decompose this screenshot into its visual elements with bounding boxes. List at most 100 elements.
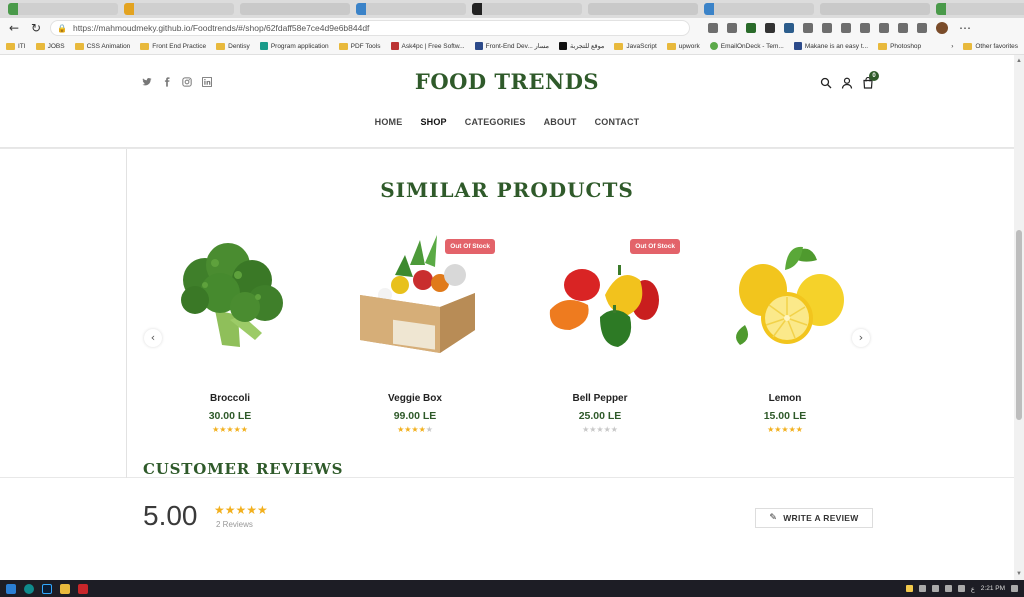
- system-tray: ع 2:21 PM: [905, 585, 1018, 593]
- product-name[interactable]: Lemon: [700, 393, 870, 404]
- windows-start-icon[interactable]: [6, 583, 16, 594]
- bookmark-item[interactable]: Front End Practice: [140, 42, 206, 50]
- page-scrollbar[interactable]: ▲ ▼: [1014, 55, 1024, 580]
- folder-icon: [140, 42, 150, 50]
- product-rating: ★★★★★: [330, 425, 500, 434]
- extension-icon[interactable]: [784, 23, 794, 33]
- folder-icon: [338, 42, 348, 50]
- bookmark-label: CSS Animation: [86, 42, 131, 50]
- bookmark-item[interactable]: JOBS: [35, 42, 65, 50]
- product-name[interactable]: Bell Pepper: [515, 393, 685, 404]
- product-name[interactable]: Broccoli: [145, 393, 315, 404]
- browser-tab[interactable]: [936, 3, 1024, 15]
- user-icon[interactable]: [841, 77, 853, 89]
- favicon-icon: [793, 42, 802, 50]
- browser-tab[interactable]: [588, 3, 698, 15]
- favorite-star-icon[interactable]: [727, 23, 737, 33]
- tray-app-icon[interactable]: [905, 585, 913, 592]
- out-of-stock-badge: Out Of Stock: [630, 239, 680, 254]
- write-review-button[interactable]: ✎ WRITE A REVIEW: [755, 508, 873, 528]
- star-icon: ★: [795, 425, 803, 434]
- photoshop-icon[interactable]: [42, 583, 52, 594]
- bookmark-item[interactable]: ITI: [6, 42, 26, 50]
- browser-tab[interactable]: [820, 3, 930, 15]
- bookmark-item[interactable]: Ask4pc | Free Softw...: [390, 42, 465, 50]
- profile-avatar[interactable]: [936, 22, 948, 34]
- product-price: 15.00 LE: [763, 410, 807, 422]
- product-card[interactable]: Out Of Stock Bell Pepper 25.00 LE ★★★★★: [515, 235, 685, 445]
- reload-icon[interactable]: ↻: [28, 20, 44, 36]
- extension-icon[interactable]: [765, 23, 775, 33]
- browser-tab[interactable]: [472, 3, 582, 15]
- nav-shop[interactable]: SHOP: [420, 117, 446, 127]
- customer-reviews-title: CUSTOMER REVIEWS: [143, 460, 344, 478]
- tray-app-icon[interactable]: [918, 585, 926, 592]
- favicon-icon: [390, 42, 399, 50]
- address-bar-row: ← ↻ 🔒 https://mahmoudmeky.github.io/Food…: [0, 18, 1024, 38]
- extension-icon[interactable]: [803, 23, 813, 33]
- browser-tab[interactable]: [8, 3, 118, 15]
- star-icon: ★: [788, 425, 796, 434]
- folder-icon: [614, 42, 624, 50]
- battery-icon[interactable]: [931, 585, 939, 592]
- bookmark-item[interactable]: upwork: [666, 42, 700, 50]
- download-icon[interactable]: [898, 23, 908, 33]
- scroll-down-icon[interactable]: ▼: [1015, 570, 1023, 578]
- bookmark-item[interactable]: Dentisy: [216, 42, 250, 50]
- clock[interactable]: 2:21 PM: [981, 585, 1005, 592]
- bookmark-label: ITI: [18, 42, 26, 50]
- volume-icon[interactable]: [957, 585, 965, 592]
- language-indicator[interactable]: ع: [971, 585, 975, 593]
- scroll-thumb[interactable]: [1016, 230, 1022, 420]
- more-menu-icon[interactable]: ⋯: [957, 20, 973, 36]
- color-picker-icon[interactable]: [822, 23, 832, 33]
- star-icon: ★: [425, 425, 433, 434]
- wifi-icon[interactable]: [944, 585, 952, 592]
- notification-icon[interactable]: [1011, 585, 1018, 592]
- product-card[interactable]: Broccoli 30.00 LE ★★★★★: [145, 235, 315, 445]
- browser-tab[interactable]: [124, 3, 234, 15]
- extension-icon[interactable]: [746, 23, 756, 33]
- nav-contact[interactable]: CONTACT: [595, 117, 640, 127]
- app-icon[interactable]: [78, 583, 88, 594]
- favicon-icon: [259, 42, 268, 50]
- bookmark-item[interactable]: Photoshop: [878, 42, 921, 50]
- product-card[interactable]: Lemon 15.00 LE ★★★★★: [700, 235, 870, 445]
- nav-about[interactable]: ABOUT: [544, 117, 577, 127]
- shield-icon[interactable]: [841, 23, 851, 33]
- bookmark-item[interactable]: JavaScript: [614, 42, 657, 50]
- site-header: FOOD TRENDS 0 HOME SHOP CATEGORIES ABOUT CON…: [0, 55, 1014, 148]
- extension-icon[interactable]: [860, 23, 870, 33]
- back-arrow-icon[interactable]: ←: [6, 20, 22, 36]
- favorites-icon[interactable]: [879, 23, 889, 33]
- edge-browser-icon[interactable]: [24, 583, 34, 594]
- collections-icon[interactable]: [917, 23, 927, 33]
- bookmark-label: Ask4pc | Free Softw...: [401, 42, 465, 50]
- favicon-icon: [709, 42, 718, 50]
- scroll-up-icon[interactable]: ▲: [1015, 57, 1023, 65]
- product-name[interactable]: Veggie Box: [330, 393, 500, 404]
- bookmark-item[interactable]: Program application: [259, 42, 329, 50]
- chevron-right-icon[interactable]: ›: [951, 43, 953, 50]
- bookmark-item[interactable]: EmailOnDeck - Tem...: [709, 42, 784, 50]
- other-favorites[interactable]: Other favorites: [963, 42, 1018, 50]
- bookmark-item[interactable]: Makane is an easy t...: [793, 42, 868, 50]
- browser-tab[interactable]: [704, 3, 814, 15]
- browser-tab[interactable]: [356, 3, 466, 15]
- windows-taskbar: ع 2:21 PM: [0, 580, 1024, 597]
- cart-button[interactable]: 0: [862, 71, 879, 89]
- clock-time: 2:21 PM: [980, 585, 1005, 592]
- folder-icon: [216, 42, 226, 50]
- bookmark-item[interactable]: موقع للتجربة: [559, 42, 604, 50]
- bookmark-item[interactable]: Front-End Dev... مسار: [474, 42, 549, 50]
- search-icon[interactable]: [820, 77, 832, 89]
- browser-tab[interactable]: [240, 3, 350, 15]
- read-aloud-icon[interactable]: [708, 23, 718, 33]
- url-input[interactable]: 🔒 https://mahmoudmeky.github.io/Foodtren…: [50, 20, 690, 36]
- file-explorer-icon[interactable]: [60, 583, 70, 594]
- nav-categories[interactable]: CATEGORIES: [465, 117, 526, 127]
- product-card[interactable]: Out Of Stock Veggie Box 99.00 LE ★★★★★: [330, 235, 500, 445]
- bookmark-item[interactable]: PDF Tools: [338, 42, 381, 50]
- bookmark-item[interactable]: CSS Animation: [74, 42, 131, 50]
- nav-home[interactable]: HOME: [375, 117, 403, 127]
